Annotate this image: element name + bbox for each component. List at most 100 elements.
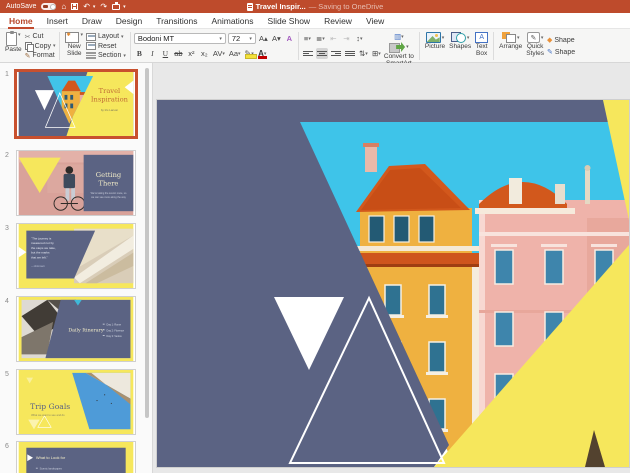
tab-insert[interactable]: Insert	[40, 13, 75, 29]
tab-slideshow[interactable]: Slide Show	[261, 13, 318, 29]
home-icon[interactable]: ⌂	[61, 0, 66, 13]
slide-2-subtitle-line2: we can see more along the way	[91, 196, 126, 199]
change-case-button[interactable]: Aa▾	[228, 48, 242, 59]
save-icon[interactable]	[71, 3, 78, 10]
slide-2-title-line2: There	[99, 179, 119, 187]
slide-3-art: “The journey is measured not by the step…	[17, 224, 135, 288]
format-painter-button[interactable]: ✎Format	[24, 51, 57, 60]
shapes-icon	[451, 32, 466, 43]
slides-group: ▾ New Slide Layout▾ Reset Section▾	[63, 31, 126, 61]
thumbnail-scrollbar[interactable]	[145, 68, 149, 418]
slide-4-thumbnail[interactable]: Daily Itinerary Day 1: Rome Day 2: Flore…	[16, 296, 136, 362]
scissors-icon: ✂	[25, 33, 31, 41]
slide-2-art: Getting There We're taking the scenic ro…	[17, 151, 135, 215]
character-spacing-button[interactable]: AV▾	[212, 48, 226, 59]
tab-animations[interactable]: Animations	[204, 13, 260, 29]
slide-3-number: 3	[5, 225, 9, 232]
clear-formatting-button[interactable]: A	[284, 33, 295, 44]
quick-styles-icon: ✎	[527, 32, 540, 43]
cut-button[interactable]: ✂Cut	[24, 32, 57, 41]
columns-button[interactable]: ▥▾	[393, 32, 405, 41]
slide-3-quote-line5: that we left.”	[31, 255, 48, 259]
undo-icon[interactable]: ↶	[83, 0, 90, 13]
layout-button[interactable]: Layout▾	[85, 32, 127, 41]
align-center-button[interactable]	[316, 48, 328, 59]
shape-outline-icon: ✎	[547, 48, 553, 56]
subscript-button[interactable]: x₂	[199, 48, 210, 59]
undo-dropdown-icon[interactable]: ▾	[93, 4, 96, 10]
slide-2-thumbnail[interactable]: Getting There We're taking the scenic ro…	[16, 150, 136, 216]
arrange-icon	[502, 32, 516, 43]
align-text-button[interactable]: ⊞▾	[371, 48, 382, 59]
align-right-icon	[331, 51, 341, 56]
clipboard-icon	[6, 32, 17, 46]
slide-6-title: What to Look for	[36, 455, 66, 460]
current-slide[interactable]	[157, 100, 629, 467]
shape-fill-button[interactable]: ◆Shape	[546, 36, 582, 45]
redo-icon[interactable]: ↷	[100, 0, 107, 13]
slide-2-subtitle-line1: We're taking the scenic route, so	[91, 192, 127, 195]
workspace: 1	[0, 63, 630, 473]
numbering-button[interactable]: ≣▾	[315, 33, 326, 44]
bullets-button[interactable]: ≡▾	[302, 33, 313, 44]
quick-styles-button[interactable]: ✎▾ Quick Styles	[524, 31, 546, 61]
quick-access-dropdown-icon[interactable]: ▾	[123, 4, 126, 10]
grow-font-button[interactable]: A▴	[258, 33, 269, 44]
text-direction-button[interactable]: ⇅▾	[358, 48, 369, 59]
powerpoint-window: AutoSave ⌂ ↶ ▾ ↷ ▾ Travel Inspir... — Sa…	[0, 0, 630, 473]
slide-2-title-line1: Getting	[96, 171, 122, 179]
shapes-button[interactable]: ▾ Shapes	[447, 31, 473, 61]
underline-button[interactable]: U	[160, 48, 171, 59]
shape-outline-button[interactable]: ✎Shape	[546, 48, 582, 57]
text-box-icon: A	[475, 32, 488, 43]
slide-6-art: What to Look for Scenic landscapes	[17, 442, 135, 473]
text-highlight-button[interactable]: ✎▾	[244, 48, 255, 59]
arrange-group: ▾ Arrange ✎▾ Quick Styles ◆Shape ✎Shape	[497, 31, 582, 61]
ribbon: ▾ Paste ✂Cut Copy▾ ✎Format ▾ New Slide L…	[0, 29, 630, 63]
tab-transitions[interactable]: Transitions	[149, 13, 204, 29]
layout-icon	[86, 33, 96, 41]
highlighter-icon: ✎	[245, 49, 252, 58]
superscript-button[interactable]: x²	[186, 48, 197, 59]
line-spacing-button[interactable]: ↕▾	[354, 33, 365, 44]
section-button[interactable]: Section▾	[85, 51, 127, 60]
align-left-button[interactable]	[302, 48, 314, 59]
decrease-indent-button[interactable]: ⇤	[328, 33, 339, 44]
shrink-font-button[interactable]: A▾	[271, 33, 282, 44]
font-color-button[interactable]: A▾	[257, 48, 268, 59]
slide-6-number: 6	[5, 443, 9, 450]
font-name-select[interactable]: Bodoni MT▾	[134, 33, 226, 44]
strikethrough-button[interactable]: ab	[173, 48, 184, 59]
bold-button[interactable]: B	[134, 48, 145, 59]
tab-home[interactable]: Home	[2, 13, 40, 29]
autosave-toggle[interactable]	[41, 3, 56, 10]
slide-5-thumbnail[interactable]: Trip Goals What we want to see and do	[16, 369, 136, 435]
slide-3-thumbnail[interactable]: “The journey is measured not by the step…	[16, 223, 136, 289]
font-size-select[interactable]: 72▾	[228, 33, 256, 44]
document-title: Travel Inspir...	[256, 2, 306, 11]
increase-indent-button[interactable]: ⇥	[341, 33, 352, 44]
slide-6-thumbnail[interactable]: What to Look for Scenic landscapes	[16, 441, 136, 473]
new-slide-button[interactable]: ▾ New Slide	[63, 31, 85, 61]
align-right-button[interactable]	[330, 48, 342, 59]
italic-button[interactable]: I	[147, 48, 158, 59]
copy-button[interactable]: Copy▾	[24, 42, 57, 51]
print-icon[interactable]	[112, 4, 120, 10]
reset-button[interactable]: Reset	[85, 42, 127, 51]
justify-icon	[345, 51, 355, 56]
slide-1-thumbnail[interactable]: Travel Inspiration by Iris Larson	[16, 71, 136, 137]
tab-review[interactable]: Review	[317, 13, 359, 29]
arrange-button[interactable]: ▾ Arrange	[497, 31, 524, 61]
tab-design[interactable]: Design	[109, 13, 149, 29]
slide-1-title-line2: Inspiration	[91, 96, 129, 104]
slide-3-quote-line1: “The journey is	[31, 236, 52, 240]
tab-view[interactable]: View	[359, 13, 391, 29]
paragraph-group: ≡▾ ≣▾ ⇤ ⇥ ↕▾ ⇅▾ ⊞▾	[302, 31, 382, 61]
slide-4-bullet3: Day 3: Venice	[107, 335, 123, 338]
tab-draw[interactable]: Draw	[75, 13, 109, 29]
paste-button[interactable]: ▾ Paste	[3, 31, 24, 61]
justify-button[interactable]	[344, 48, 356, 59]
save-status: — Saving to OneDrive	[309, 2, 384, 11]
picture-button[interactable]: ▾ Picture	[423, 31, 447, 61]
text-box-button[interactable]: A Text Box	[473, 31, 490, 61]
